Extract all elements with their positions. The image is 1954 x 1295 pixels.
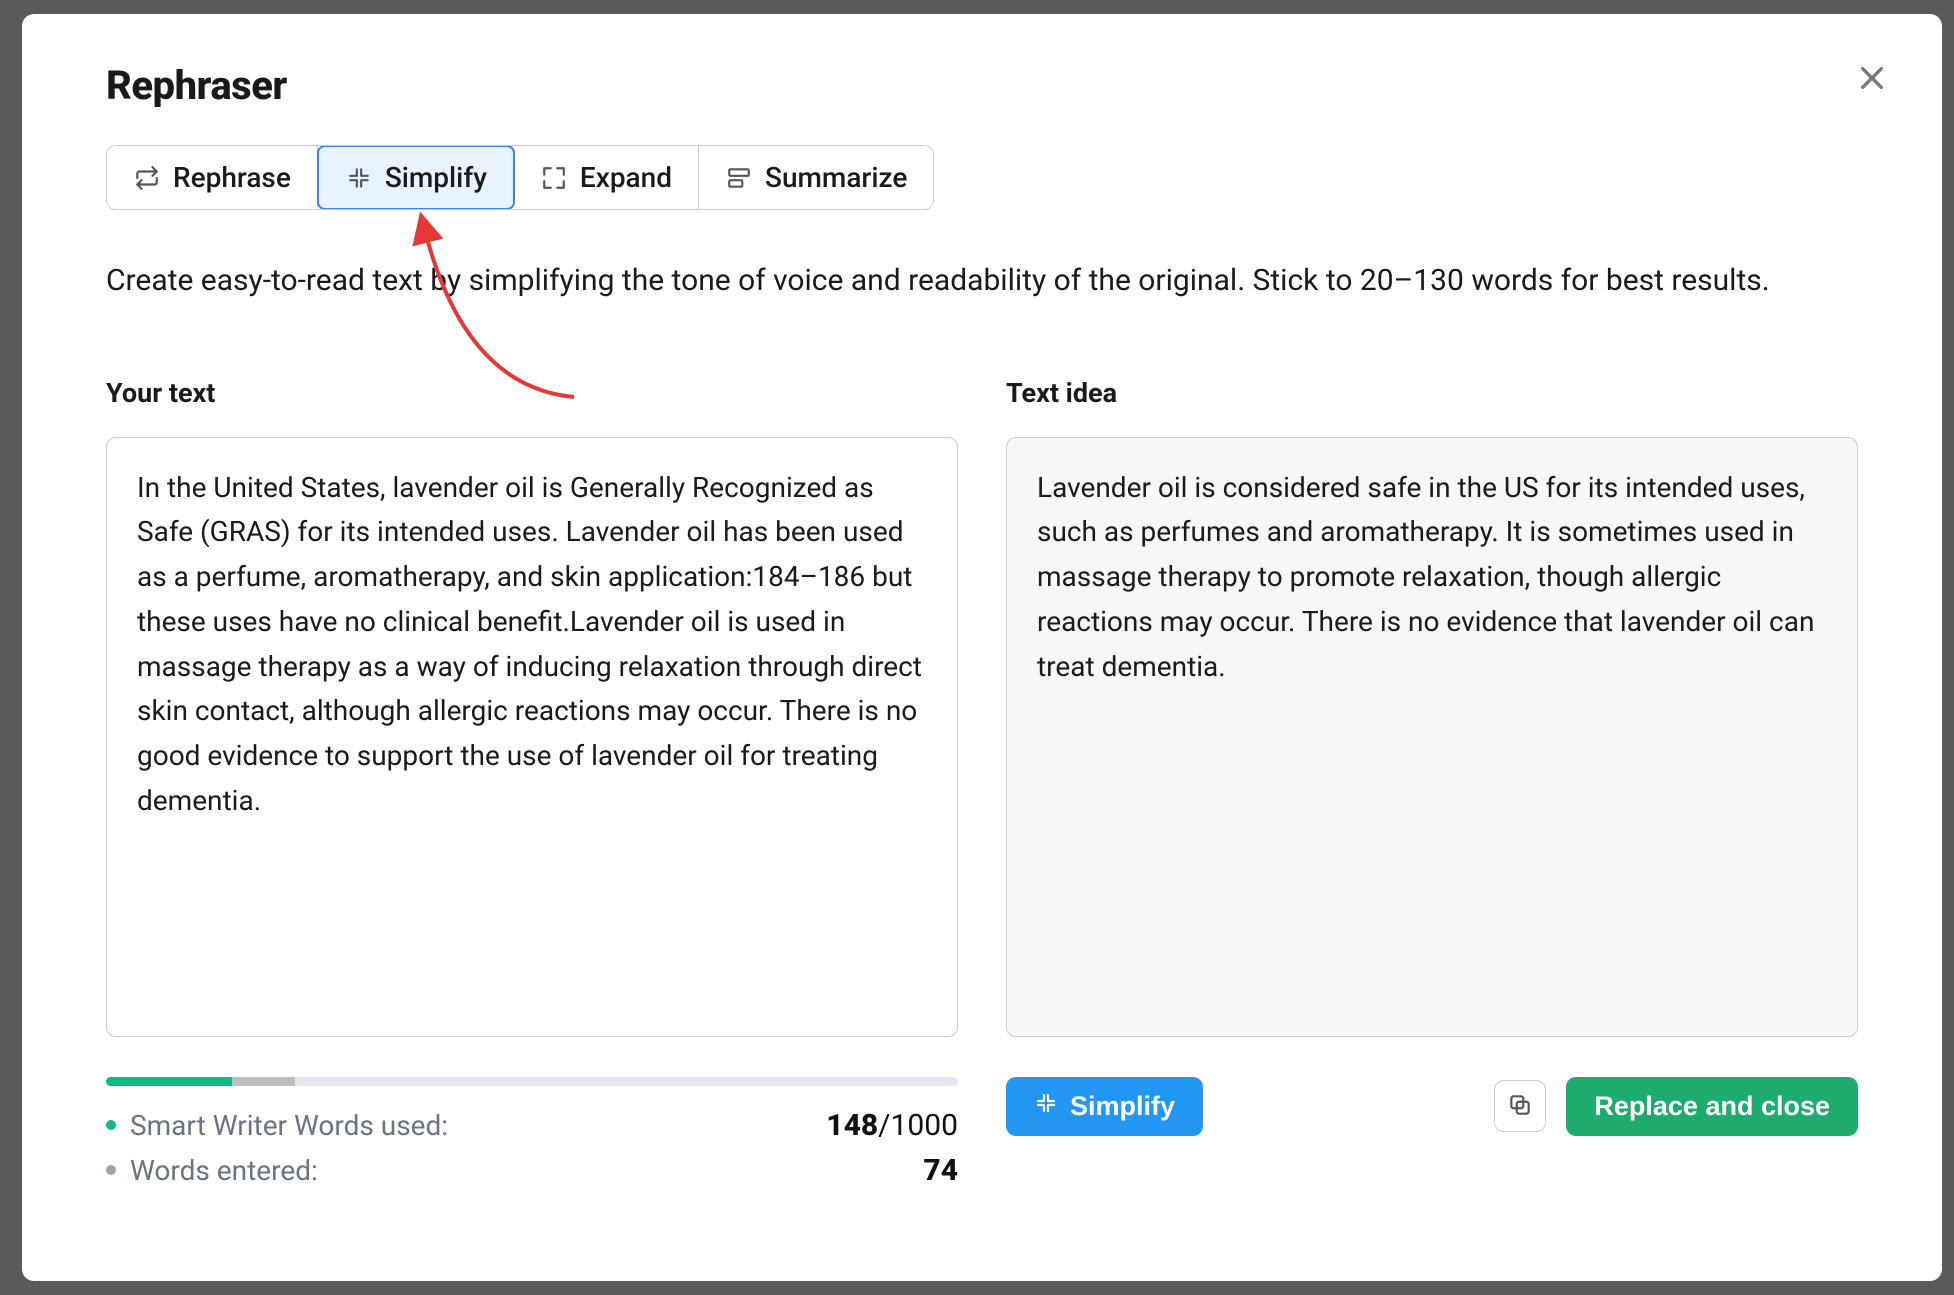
text-idea-column: Text idea Lavender oil is considered saf…: [1006, 377, 1858, 1198]
tab-label: Rephrase: [173, 161, 291, 194]
tab-label: Expand: [580, 161, 672, 194]
your-text-label: Your text: [106, 377, 958, 409]
simplify-icon: [345, 164, 373, 192]
button-label: Replace and close: [1594, 1091, 1830, 1122]
tab-summarize[interactable]: Summarize: [699, 146, 933, 209]
tab-expand[interactable]: Expand: [514, 146, 699, 209]
text-idea-output: Lavender oil is considered safe in the U…: [1006, 437, 1858, 1037]
stat-label: Words entered:: [130, 1154, 318, 1187]
modal-title: Rephraser: [106, 62, 1858, 109]
stat-words-used: Smart Writer Words used: 148/1000: [106, 1108, 958, 1143]
stat-label: Smart Writer Words used:: [130, 1109, 448, 1142]
rephrase-icon: [133, 164, 161, 192]
your-text-input[interactable]: [106, 437, 958, 1037]
stat-value: 74: [923, 1153, 958, 1188]
copy-icon: [1507, 1092, 1533, 1121]
tab-label: Simplify: [385, 161, 487, 194]
dot-icon: [106, 1120, 116, 1130]
close-icon: [1856, 62, 1888, 98]
rephraser-modal: Rephraser Rephrase Simplify: [22, 14, 1942, 1281]
simplify-button[interactable]: Simplify: [1006, 1077, 1203, 1136]
button-label: Simplify: [1070, 1091, 1175, 1122]
usage-progress-bar: [106, 1077, 958, 1086]
tab-simplify[interactable]: Simplify: [317, 145, 515, 210]
tab-group: Rephrase Simplify Expand: [106, 145, 934, 210]
summarize-icon: [725, 164, 753, 192]
copy-button[interactable]: [1494, 1080, 1546, 1132]
expand-icon: [540, 164, 568, 192]
close-button[interactable]: [1848, 56, 1896, 104]
replace-and-close-button[interactable]: Replace and close: [1566, 1077, 1858, 1136]
usage-stats: Smart Writer Words used: 148/1000 Words …: [106, 1077, 958, 1198]
tab-description: Create easy-to-read text by simplifying …: [106, 258, 1846, 305]
your-text-column: Your text Smart Writer Words used: 148/1…: [106, 377, 958, 1198]
progress-green: [106, 1077, 232, 1086]
stat-value: 148/1000: [826, 1108, 958, 1143]
stat-words-entered: Words entered: 74: [106, 1153, 958, 1188]
tab-rephrase[interactable]: Rephrase: [107, 146, 318, 209]
simplify-icon: [1034, 1091, 1058, 1122]
text-idea-label: Text idea: [1006, 377, 1858, 409]
progress-grey: [232, 1077, 295, 1086]
dot-icon: [106, 1165, 116, 1175]
tab-label: Summarize: [765, 161, 907, 194]
